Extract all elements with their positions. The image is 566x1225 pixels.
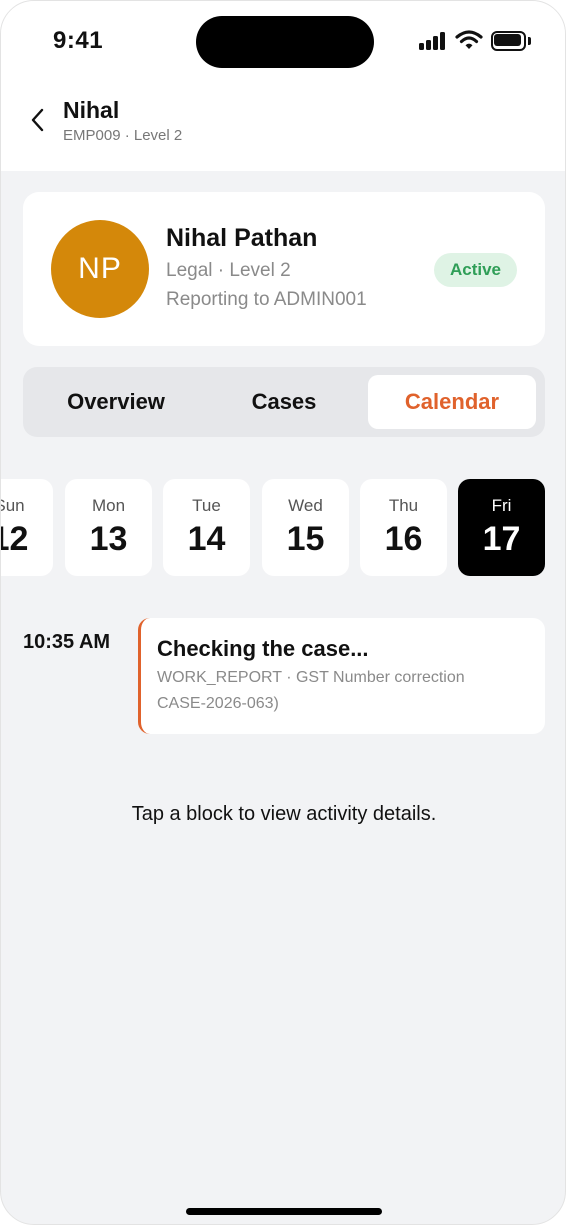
tab-bar: Overview Cases Calendar bbox=[23, 367, 545, 437]
activity-title: Checking the case... bbox=[157, 636, 369, 661]
profile-reporting: Reporting to ADMIN001 bbox=[166, 289, 367, 310]
signal-icon bbox=[419, 32, 447, 50]
activity-meta-case: CASE-2026-063) bbox=[157, 695, 279, 712]
top-bar: 9:41 Nihal EMP009 · Level 2 bbox=[1, 1, 565, 171]
day-name: Tue bbox=[192, 496, 221, 515]
day-name: Thu bbox=[388, 496, 419, 515]
activity-time: 10:35 AM bbox=[23, 631, 111, 653]
profile-role: Legal · Level 2 bbox=[166, 260, 291, 281]
day-thu[interactable]: Thu 16 bbox=[360, 479, 447, 576]
day-number: 12 bbox=[1, 520, 29, 558]
phone-screen: 9:41 Nihal EMP009 · Level 2 NP Nihal Pat… bbox=[0, 0, 566, 1225]
profile-card: NP Nihal Pathan Legal · Level 2 Reportin… bbox=[23, 192, 545, 346]
home-indicator[interactable] bbox=[186, 1208, 382, 1215]
day-fri-selected[interactable]: Fri 17 bbox=[458, 479, 545, 576]
day-number: 17 bbox=[482, 520, 521, 558]
day-mon[interactable]: Mon 13 bbox=[65, 479, 152, 576]
date-strip: Sun 12 Mon 13 Tue 14 Wed 15 Thu 16 Fri 1… bbox=[1, 479, 565, 577]
back-button[interactable] bbox=[23, 105, 51, 139]
day-number: 15 bbox=[286, 520, 325, 558]
avatar: NP bbox=[51, 220, 149, 318]
tab-calendar[interactable]: Calendar bbox=[368, 375, 536, 429]
hint-text: Tap a block to view activity details. bbox=[131, 803, 437, 825]
day-wed[interactable]: Wed 15 bbox=[262, 479, 349, 576]
day-name: Mon bbox=[91, 496, 126, 515]
wifi-icon bbox=[455, 29, 483, 51]
chevron-left-icon bbox=[30, 108, 44, 137]
day-sun[interactable]: Sun 12 bbox=[1, 479, 53, 576]
day-name: Wed bbox=[288, 496, 323, 515]
day-number: 16 bbox=[384, 520, 423, 558]
tab-overview[interactable]: Overview bbox=[31, 375, 201, 429]
profile-name: Nihal Pathan bbox=[166, 224, 318, 252]
dynamic-island bbox=[196, 16, 374, 68]
day-name: Sun bbox=[1, 496, 25, 515]
page-subtitle: EMP009 · Level 2 bbox=[63, 127, 183, 144]
status-time: 9:41 bbox=[53, 27, 104, 54]
activity-block[interactable]: Checking the case... WORK_REPORT · GST N… bbox=[138, 618, 545, 734]
page-title: Nihal bbox=[63, 97, 120, 123]
day-number: 14 bbox=[187, 520, 226, 558]
status-badge: Active bbox=[434, 253, 517, 287]
day-name: Fri bbox=[491, 496, 512, 515]
battery-icon bbox=[491, 31, 531, 51]
activity-meta-type: WORK_REPORT · GST Number correction bbox=[157, 669, 465, 686]
day-number: 13 bbox=[89, 520, 128, 558]
tab-cases[interactable]: Cases bbox=[201, 375, 367, 429]
day-tue[interactable]: Tue 14 bbox=[163, 479, 250, 576]
